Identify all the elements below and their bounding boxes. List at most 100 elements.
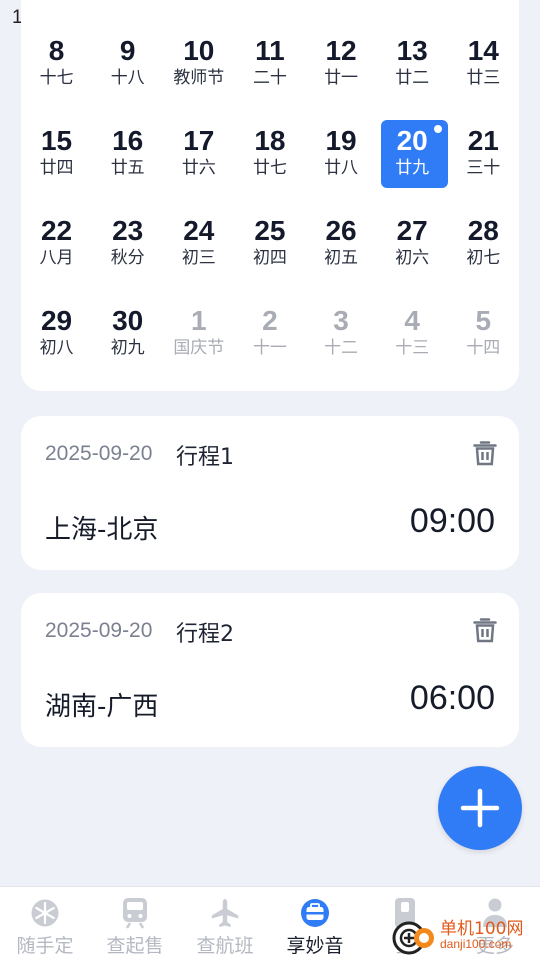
day-number: 28	[467, 215, 499, 246]
calendar-day-next-month[interactable]: 2 十一	[234, 300, 305, 390]
lunar-label: 廿二	[395, 68, 430, 88]
lunar-label: 廿七	[252, 158, 287, 178]
calendar-day[interactable]: 25 初四	[234, 210, 305, 300]
calendar-week-row: 22 八月 23 秋分 24 初三 25 初四 26 初五 27 初六 28 初七	[21, 210, 519, 300]
lunar-label: 秋分	[110, 248, 145, 268]
trip-card[interactable]: 2025-09-20 行程1 上海-北京 09:00	[21, 416, 519, 570]
watermark-logo-icon	[392, 912, 438, 958]
nav-label: 查起售	[106, 935, 164, 957]
nav-item-suishouding[interactable]: 随手定	[0, 887, 90, 960]
add-trip-button[interactable]	[438, 766, 522, 850]
calendar-day[interactable]: 23 秋分	[92, 210, 163, 300]
day-number: 9	[119, 35, 136, 66]
calendar-grid: 8 十七 9 十八 10 教师节 11 二十 12 廿一 13 廿二 14 廿三 15 廿四 1…	[21, 30, 519, 390]
lunar-label: 初九	[110, 338, 145, 358]
calendar-day[interactable]: 16 廿五	[92, 120, 163, 210]
calendar-day-next-month[interactable]: 3 十二	[306, 300, 377, 390]
watermark-url: danji100.com	[440, 936, 512, 951]
calendar-day[interactable]: 29 初八	[21, 300, 92, 390]
day-number: 3	[333, 305, 349, 336]
lunar-label: 廿一	[324, 68, 359, 88]
lunar-label: 初五	[324, 248, 359, 268]
trash-icon[interactable]	[473, 617, 497, 643]
calendar-day[interactable]: 28 初七	[448, 210, 519, 300]
calendar-day[interactable]: 21 三十	[448, 120, 519, 210]
trip-name: 行程1	[176, 445, 234, 470]
nav-label: 查航班	[196, 935, 254, 957]
calendar-day[interactable]: 18 廿七	[234, 120, 305, 210]
calendar-day[interactable]: 17 廿六	[163, 120, 234, 210]
day-number: 19	[325, 125, 357, 156]
lunar-label: 十四	[466, 338, 501, 358]
calendar-day[interactable]: 12 廿一	[306, 30, 377, 120]
lunar-label: 初三	[181, 248, 216, 268]
lunar-label: 十三	[395, 338, 430, 358]
calendar-day[interactable]: 24 初三	[163, 210, 234, 300]
calendar-day[interactable]: 8 十七	[21, 30, 92, 120]
calendar-week-row: 29 初八 30 初九 1 国庆节 2 十一 3 十二 4 十三 5 十四	[21, 300, 519, 390]
watermark-text: 单机100网 danji100.com	[440, 918, 524, 951]
lunar-label: 廿四	[39, 158, 74, 178]
day-number: 17	[183, 125, 215, 156]
day-number: 30	[112, 305, 144, 336]
nav-label: 享妙音	[286, 935, 344, 957]
calendar-card: 8 十七 9 十八 10 教师节 11 二十 12 廿一 13 廿二 14 廿三 15 廿四 1…	[21, 0, 519, 391]
day-number: 8	[48, 35, 65, 66]
trip-route: 湖南-广西	[45, 692, 159, 722]
calendar-day[interactable]: 22 八月	[21, 210, 92, 300]
calendar-day-selected[interactable]: 20 廿九	[377, 120, 448, 210]
trip-route: 上海-北京	[45, 515, 159, 545]
calendar-day-next-month[interactable]: 5 十四	[448, 300, 519, 390]
trash-icon[interactable]	[473, 440, 497, 466]
trip-date: 2025-09-20	[45, 442, 153, 465]
lunar-label: 初六	[395, 248, 430, 268]
calendar-day-next-month[interactable]: 1 国庆节	[163, 300, 234, 390]
calendar-day[interactable]: 10 教师节	[163, 30, 234, 120]
day-number: 4	[404, 305, 420, 336]
lunar-label: 廿五	[110, 158, 145, 178]
calendar-day[interactable]: 15 廿四	[21, 120, 92, 210]
snowflake-icon	[29, 897, 61, 929]
calendar-day[interactable]: 27 初六	[377, 210, 448, 300]
lunar-label: 初八	[39, 338, 74, 358]
watermark: 单机100网 danji100.com	[392, 910, 540, 960]
day-number: 15	[40, 125, 73, 156]
lunar-label: 二十	[252, 68, 287, 88]
trip-time: 06:00	[409, 679, 495, 717]
calendar-day[interactable]: 13 廿二	[377, 30, 448, 120]
lunar-label: 十一	[252, 338, 287, 358]
lunar-label: 国庆节	[173, 338, 225, 358]
calendar-day[interactable]: 14 廿三	[448, 30, 519, 120]
trip-date: 2025-09-20	[45, 619, 153, 642]
trip-name: 行程2	[176, 622, 234, 647]
calendar-day[interactable]: 19 廿八	[306, 120, 377, 210]
lunar-label: 教师节	[173, 68, 225, 88]
nav-item-qishou[interactable]: 查起售	[90, 887, 180, 960]
calendar-week-row: 15 廿四 16 廿五 17 廿六 18 廿七 19 廿八 20 廿九 21 三十	[21, 120, 519, 210]
calendar-day[interactable]: 11 二十	[234, 30, 305, 120]
day-number: 24	[183, 215, 215, 246]
calendar-day[interactable]: 30 初九	[92, 300, 163, 390]
trip-card[interactable]: 2025-09-20 行程2 湖南-广西 06:00	[21, 593, 519, 747]
calendar-day[interactable]: 9 十八	[92, 30, 163, 120]
day-number: 20	[396, 125, 428, 156]
day-number: 29	[40, 305, 73, 336]
day-number: 23	[112, 215, 144, 246]
watermark-site-name: 单机100网	[440, 918, 524, 939]
day-number: 12	[325, 35, 357, 66]
day-number: 14	[467, 35, 499, 66]
day-number: 26	[325, 215, 357, 246]
nav-item-hangban[interactable]: 查航班	[180, 887, 270, 960]
nav-item-xiangmiaoyin[interactable]: 享妙音	[270, 887, 360, 960]
lunar-label: 廿九	[395, 158, 430, 178]
calendar-day[interactable]: 26 初五	[306, 210, 377, 300]
day-number: 16	[112, 125, 144, 156]
day-number: 25	[254, 215, 286, 246]
calendar-week-row: 8 十七 9 十八 10 教师节 11 二十 12 廿一 13 廿二 14 廿三	[21, 30, 519, 120]
plus-icon	[460, 788, 500, 828]
calendar-day-next-month[interactable]: 4 十三	[377, 300, 448, 390]
day-number: 1	[191, 305, 207, 336]
lunar-label: 初七	[466, 248, 501, 268]
day-number: 2	[262, 305, 278, 336]
day-number: 21	[467, 125, 499, 156]
